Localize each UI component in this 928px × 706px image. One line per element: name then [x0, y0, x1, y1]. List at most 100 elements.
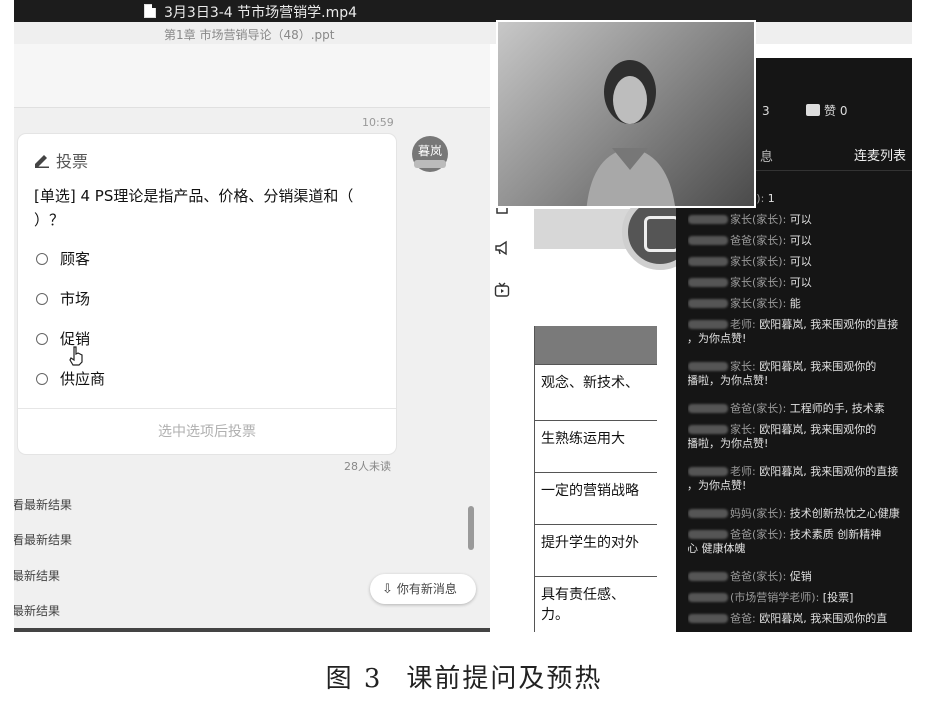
vote-option-label: 市场 [60, 290, 91, 308]
radio-icon[interactable] [36, 253, 48, 265]
live-message-sender: 爸爸(家长): [730, 528, 787, 541]
chat-panel: 10:59 暮岚 投票 [单选] 4 PS理论是指产品、价格、分销渠道和（ ）？… [14, 44, 490, 632]
vote-option-label: 顾客 [60, 250, 91, 268]
redacted-name [688, 404, 728, 413]
live-message-sender: 家长(家长): [730, 255, 787, 268]
document-strip: 第1章 市场营销导论（48）.ppt [14, 22, 912, 44]
document-name: 第1章 市场营销导论（48）.ppt [164, 28, 335, 42]
live-message-text: 欧阳暮岚, 我来围观你的 [755, 423, 877, 436]
title-bar: 3月3日3-4 节市场营销学.mp4 [14, 0, 912, 22]
file-icon [144, 4, 156, 18]
live-message: 家长: 欧阳暮岚, 我来围观你的直播啦，为你点赞! [688, 423, 912, 451]
live-message-continuation: 直播啦，为你点赞! [688, 437, 769, 450]
slide-cell: 观念、新技术、 [535, 364, 657, 420]
redacted-name [688, 236, 728, 245]
live-message: 妈妈(家长): 技术创新热忱之心健康 [688, 507, 912, 521]
vote-option[interactable]: 供应商 [36, 368, 105, 389]
video-window[interactable] [498, 22, 754, 206]
slide-table-header [535, 326, 657, 364]
view-result-link[interactable]: 最新结果 [14, 602, 60, 619]
live-message: 家长(家长): 可以 [688, 276, 912, 290]
tv-icon[interactable] [494, 282, 510, 298]
pencil-icon [35, 155, 49, 168]
live-message-text: 能 [786, 297, 801, 310]
live-message: 爸爸(家长): 工程师的手, 技术素 [688, 402, 912, 416]
unread-count: 28人未读 [344, 460, 391, 473]
live-message-sender: 妈妈(家长): [730, 507, 787, 520]
viewer-count: 3 [762, 104, 770, 118]
vote-option-label: 供应商 [60, 370, 106, 388]
live-message-text: 欧阳暮岚, 我来围观你的 [755, 360, 877, 373]
radio-icon[interactable] [36, 373, 48, 385]
live-message-sender: 家长(家长): [730, 276, 787, 289]
live-message-text: 技术素质 创新精神 [786, 528, 882, 541]
live-message-continuation: 啦，为你点赞! [688, 332, 747, 345]
window-title: 3月3日3-4 节市场营销学.mp4 [164, 5, 358, 21]
redacted-name [688, 278, 728, 287]
figure-number: 图 3 [325, 664, 383, 694]
live-message: 爸爸(家长): 促销 [688, 570, 912, 584]
live-message: 老师: 欧阳暮岚, 我来围观你的直接啦，为你点赞! [688, 465, 912, 493]
message-timestamp: 10:59 [362, 116, 394, 129]
live-message-text: 可以 [786, 234, 812, 247]
submit-vote-button[interactable]: 选中选项后投票 [18, 410, 396, 454]
view-result-link[interactable]: 看最新结果 [14, 531, 72, 548]
tab-mic-list[interactable]: 连麦列表 [854, 145, 906, 164]
live-message-text: 欧阳暮岚, 我来围观你的直 [755, 612, 888, 625]
like-button[interactable]: 赞 0 [806, 102, 847, 119]
live-message: (市场营销学老师): [投票] [688, 591, 912, 605]
live-message: 老师: 欧阳暮岚, 我来围观你的直接啦，为你点赞! [688, 318, 912, 346]
redacted-name [688, 572, 728, 581]
live-message-text: [投票] [819, 591, 854, 604]
arrow-down-icon: ⇩ [382, 582, 393, 597]
redacted-name [688, 215, 728, 224]
avatar[interactable]: 暮岚 [412, 136, 448, 172]
figure-title: 课前提问及预热 [406, 664, 603, 694]
chat-bottom-bar [14, 628, 490, 632]
new-message-label: 你有新消息 [396, 582, 457, 596]
megaphone-icon[interactable] [494, 240, 510, 256]
redacted-name [688, 467, 728, 476]
vote-option[interactable]: 市场 [36, 288, 90, 309]
redacted-name [688, 593, 728, 602]
new-message-button[interactable]: ⇩ 你有新消息 [370, 574, 476, 604]
live-message: 家长(家长): 能 [688, 297, 912, 311]
radio-icon[interactable] [36, 333, 48, 345]
live-message-sender: 家长(家长): [730, 213, 787, 226]
slide-cell: 一定的营销战略 [535, 472, 657, 524]
live-message-text: 技术创新热忱之心健康 [786, 507, 900, 520]
view-result-link[interactable]: 最新结果 [14, 567, 60, 584]
live-message-sender: 爸爸(家长): [730, 402, 787, 415]
scrollbar-thumb[interactable] [468, 506, 474, 550]
live-message-text: 1 [764, 192, 775, 205]
tab-messages[interactable]: 息 [760, 146, 773, 165]
avatar-tag [414, 160, 446, 168]
live-message-text: 促销 [786, 570, 812, 583]
live-message-sender: 家长: [730, 360, 756, 373]
redacted-name [688, 530, 728, 539]
live-message-sender: (市场营销学老师): [730, 591, 820, 604]
live-message-sender: 老师: [730, 318, 756, 331]
live-message-sender: 家长: [730, 423, 756, 436]
live-message-text: 欧阳暮岚, 我来围观你的直接 [755, 465, 899, 478]
live-message: 爸爸: 欧阳暮岚, 我来围观你的直 [688, 612, 912, 626]
live-message: 家长: 欧阳暮岚, 我来围观你的直播啦，为你点赞! [688, 360, 912, 388]
redacted-name [688, 320, 728, 329]
live-message-continuation: 之心 健康体魄 [688, 542, 746, 555]
live-message-text: 可以 [786, 255, 812, 268]
view-result-link[interactable]: 看最新结果 [14, 496, 72, 513]
radio-icon[interactable] [36, 293, 48, 305]
redacted-name [688, 299, 728, 308]
live-message-text: 工程师的手, 技术素 [786, 402, 885, 415]
live-message: 爸爸(家长): 技术素质 创新精神之心 健康体魄 [688, 528, 912, 556]
slide-table: 观念、新技术、 生熟练运用大 一定的营销战略 提升学生的对外 具有责任感、 力。 [534, 326, 657, 632]
vote-option[interactable]: 顾客 [36, 248, 90, 269]
redacted-name [688, 425, 728, 434]
live-message: 家长(家长): 可以 [688, 255, 912, 269]
slide-cell: 生熟练运用大 [535, 420, 657, 472]
live-message-sender: 爸爸(家长): [730, 570, 787, 583]
avatar-label: 暮岚 [417, 144, 442, 158]
live-message-sender: 老师: [730, 465, 756, 478]
vote-question: [单选] 4 PS理论是指产品、价格、分销渠道和（ ）？ [34, 187, 354, 229]
live-message: 家长(家长): 可以 [688, 213, 912, 227]
